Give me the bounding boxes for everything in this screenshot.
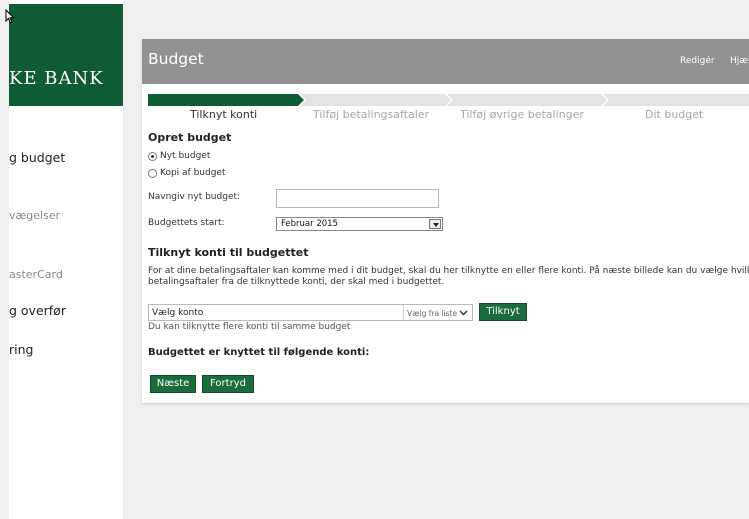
budget-start-select[interactable]: Februar 2015 [276, 217, 443, 231]
link-accounts-heading: Tilknyt konti til budgettet [148, 246, 309, 259]
link-accounts-description: For at dine betalingsaftaler kan komme m… [148, 266, 749, 287]
sidebar: KE BANK g budget vægelser asterCard g ov… [9, 0, 123, 519]
sidebar-item-budget[interactable]: g budget [9, 150, 65, 165]
multi-account-hint: Du kan tilknytte flere konti til samme b… [148, 322, 351, 332]
radio-copy-budget-label: Kopi af budget [160, 168, 226, 178]
bank-logo-text: KE BANK [9, 68, 104, 89]
radio-copy-budget[interactable] [148, 168, 157, 178]
link-account-button[interactable]: Tilknyt [479, 303, 527, 321]
step-add-agreements[interactable]: Tilføj betalingsaftaler [313, 108, 429, 121]
help-link[interactable]: Hjæl [730, 56, 749, 66]
radio-new-budget-label: Nyt budget [160, 151, 211, 161]
next-button[interactable]: Næste [150, 375, 196, 393]
step-add-other-payments[interactable]: Tilføj øvrige betalinger [460, 108, 584, 121]
account-picker-divider [403, 305, 404, 320]
account-picker-hint[interactable]: Vælg fra liste [407, 309, 457, 318]
progress-bar [148, 94, 749, 106]
brand-header: KE BANK [9, 4, 123, 106]
radio-new-budget-row[interactable]: Nyt budget [148, 151, 210, 161]
left-edge [0, 0, 9, 519]
panel-header: Budget Redigér Hjæl [142, 39, 749, 84]
sidebar-item-other[interactable]: ring [9, 342, 33, 357]
radio-new-budget[interactable] [148, 151, 157, 161]
description-line-1: For at dine betalingsaftaler kan komme m… [148, 266, 749, 276]
step-your-budget[interactable]: Dit budget [645, 108, 703, 121]
step-progress: Tilknyt konti Tilføj betalingsaftaler Ti… [148, 93, 749, 123]
budget-name-label: Navngiv nyt budget: [148, 192, 241, 202]
edit-link[interactable]: Redigér [680, 56, 715, 66]
create-budget-heading: Opret budget [148, 131, 232, 144]
linked-accounts-heading: Budgettet er knyttet til følgende konti: [148, 347, 370, 358]
chevron-down-icon[interactable] [459, 308, 468, 317]
budget-start-label: Budgettets start: [148, 218, 225, 228]
radio-copy-budget-row[interactable]: Kopi af budget [148, 168, 226, 178]
step-link-accounts[interactable]: Tilknyt konti [190, 108, 257, 121]
account-picker[interactable]: Vælg konto Vælg fra liste [148, 304, 473, 321]
mouse-pointer-icon [5, 9, 15, 24]
budget-name-input[interactable] [276, 189, 439, 208]
budget-panel: Budget Redigér Hjæl Tilknyt konti Tilføj… [142, 39, 749, 403]
sidebar-item-movements[interactable]: vægelser [9, 209, 60, 222]
sidebar-item-mastercard[interactable]: asterCard [9, 268, 63, 281]
dropdown-arrow-icon[interactable] [429, 219, 441, 229]
description-line-2: betalingsaftaler fra de tilknyttede kont… [148, 276, 445, 287]
sidebar-item-transfer[interactable]: g overfør [9, 303, 66, 318]
cancel-button[interactable]: Fortryd [202, 375, 254, 393]
page-title: Budget [148, 50, 204, 68]
budget-start-value: Februar 2015 [281, 219, 338, 229]
account-picker-value: Vælg konto [152, 308, 204, 318]
